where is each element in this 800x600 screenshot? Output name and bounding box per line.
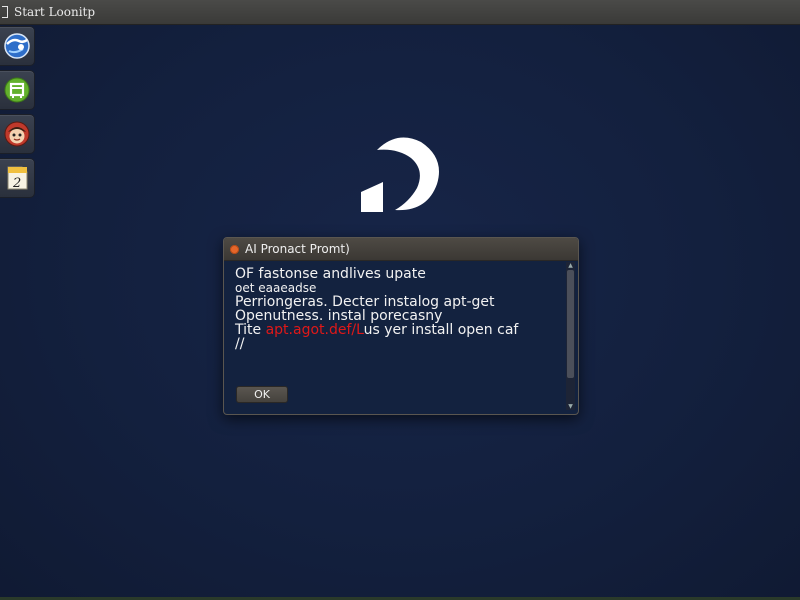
scroll-thumb[interactable]	[567, 270, 574, 378]
launcher-dock: 2	[0, 26, 36, 198]
message-line: Perriongeras. Decter instalog apt-get	[235, 294, 495, 310]
character-face-icon	[4, 121, 30, 147]
panel-title[interactable]: Start Loonitp	[14, 5, 95, 19]
dock-item-green-app[interactable]	[0, 70, 35, 110]
command-suffix: us yer install open caf	[363, 322, 519, 338]
message-text: OF fastonse andlives upate oet eaaeadse …	[235, 267, 560, 351]
desktop: Start Loonitp 2 AI Pronact Promt) OF fas…	[0, 0, 800, 600]
message-line: Openutness. instal porecasny	[235, 308, 443, 324]
menu-bracket-icon[interactable]	[2, 6, 8, 18]
message-line: oet eaaeadse	[235, 281, 317, 295]
scroll-down-arrow-icon[interactable]: ▼	[566, 403, 575, 410]
dialog-scrollbar[interactable]: ▲ ▼	[566, 262, 575, 410]
dialog-titlebar[interactable]: AI Pronact Promt)	[224, 238, 578, 261]
command-url[interactable]: apt.agot.def/L	[266, 322, 364, 338]
dock-item-browser[interactable]	[0, 26, 35, 66]
message-line-command: Tite apt.agot.def/Lus yer install open c…	[235, 323, 560, 337]
dialog-title: AI Pronact Promt)	[245, 242, 350, 256]
browser-globe-icon	[4, 33, 30, 59]
green-app-icon	[4, 77, 30, 103]
close-icon[interactable]	[230, 244, 239, 254]
top-panel: Start Loonitp	[0, 0, 800, 25]
ok-button[interactable]: OK	[236, 386, 288, 403]
message-line: OF fastonse andlives upate	[235, 266, 426, 282]
calendar-number: 2	[12, 176, 21, 191]
distro-logo-icon	[361, 137, 439, 212]
message-line: //	[235, 336, 245, 352]
dialog-body: OF fastonse andlives upate oet eaaeadse …	[224, 261, 566, 413]
calendar-document-icon: 2	[7, 166, 28, 191]
prompt-dialog: AI Pronact Promt) OF fastonse andlives u…	[223, 237, 579, 415]
dock-item-character-app[interactable]	[0, 114, 35, 154]
dock-item-calendar[interactable]: 2	[0, 158, 35, 198]
scroll-up-arrow-icon[interactable]: ▲	[566, 262, 575, 269]
